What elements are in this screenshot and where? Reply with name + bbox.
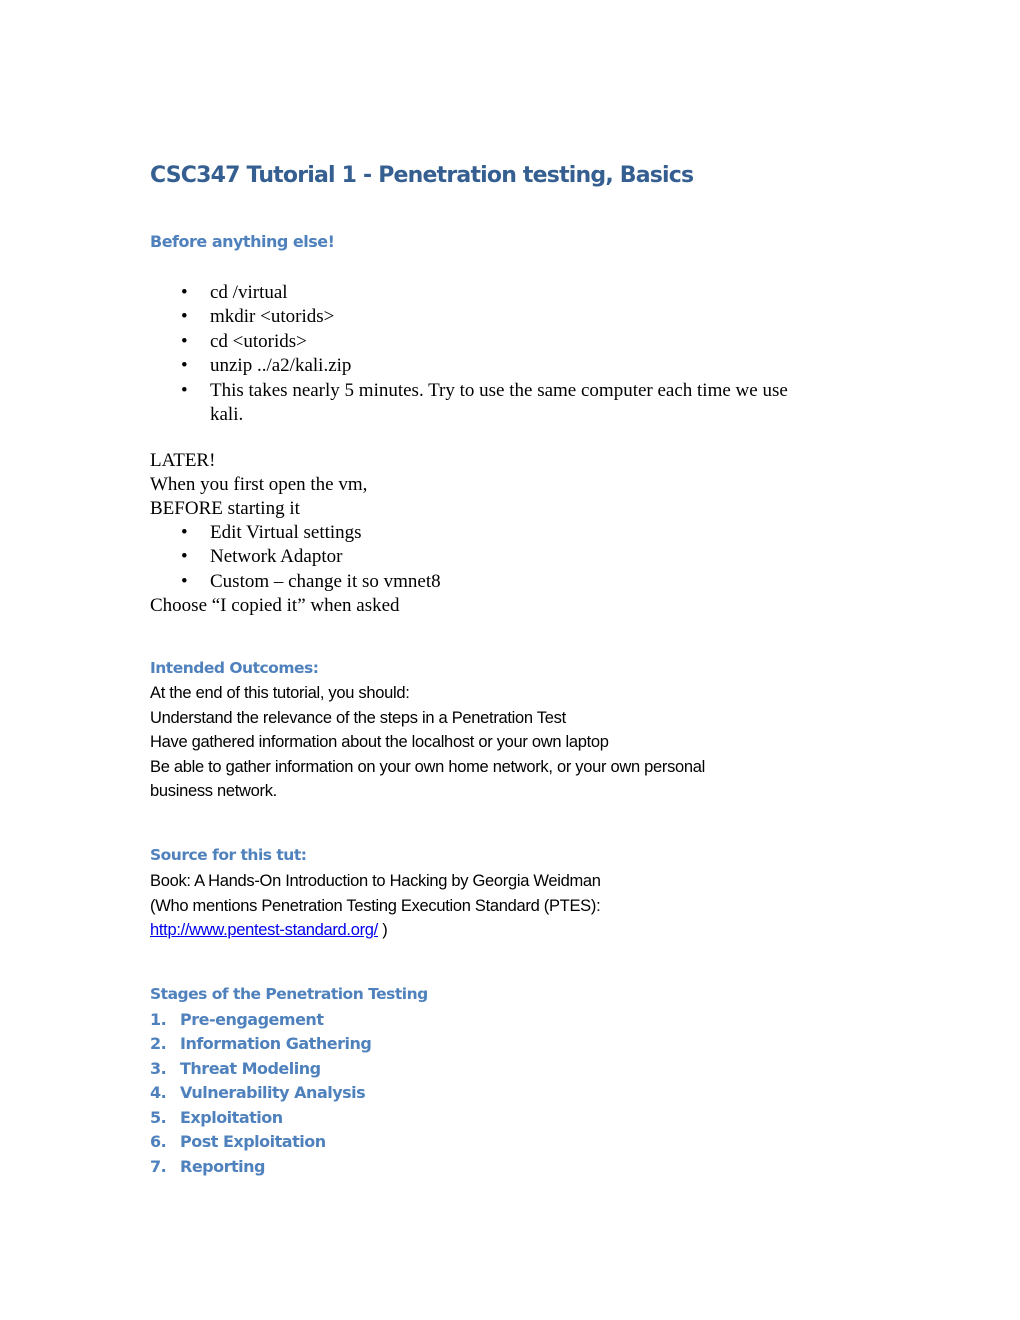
bullet-icon: • (181, 306, 188, 327)
document-page: CSC347 Tutorial 1 - Penetration testing,… (0, 0, 1020, 1320)
list-item-text: Edit Virtual settings (210, 522, 362, 543)
outcomes-line: Be able to gather information on your ow… (150, 758, 706, 776)
stage-number: 3. (150, 1059, 167, 1078)
source-heading: Source for this tut: (150, 846, 307, 864)
list-item-text: Network Adaptor (210, 546, 343, 567)
list-item-text: cd /virtual (210, 282, 288, 303)
list-item-text: unzip ../a2/kali.zip (210, 355, 352, 376)
source-book-line: Book: A Hands-On Introduction to Hacking… (150, 872, 601, 890)
stage-number: 5. (150, 1108, 167, 1127)
bullet-icon: • (181, 331, 188, 352)
stage-label: Post Exploitation (180, 1132, 326, 1151)
source-link-line: http://www.pentest-standard.org/ ) (150, 918, 388, 943)
stage-number: 6. (150, 1132, 167, 1151)
document-title: CSC347 Tutorial 1 - Penetration testing,… (150, 163, 694, 188)
list-item-text: mkdir <utorids> (210, 306, 335, 327)
list-item-text: cd <utorids> (210, 331, 307, 352)
outcomes-line: Understand the relevance of the steps in… (150, 709, 566, 727)
later-line: BEFORE starting it (150, 498, 300, 519)
stage-label: Information Gathering (180, 1034, 372, 1053)
stage-number: 1. (150, 1010, 167, 1029)
bullet-icon: • (181, 282, 188, 303)
outcomes-line: At the end of this tutorial, you should: (150, 684, 410, 702)
stage-number: 7. (150, 1157, 167, 1176)
bullet-icon: • (181, 355, 188, 376)
outcomes-line: Have gathered information about the loca… (150, 733, 609, 751)
outcomes-line: business network. (150, 782, 277, 800)
later-closing: Choose “I copied it” when asked (150, 595, 400, 616)
before-heading: Before anything else! (150, 232, 335, 251)
bullet-icon: • (181, 380, 188, 401)
stage-label: Reporting (180, 1157, 265, 1176)
later-line: LATER! (150, 450, 216, 471)
link-suffix: ) (377, 921, 388, 939)
later-line: When you first open the vm, (150, 474, 368, 495)
stage-number: 2. (150, 1034, 167, 1053)
stage-label: Threat Modeling (180, 1059, 321, 1078)
bullet-icon: • (181, 546, 188, 567)
list-item-continuation: kali. (210, 404, 244, 425)
stage-label: Exploitation (180, 1108, 283, 1127)
list-item-text: Custom – change it so vmnet8 (210, 571, 441, 592)
source-ptes-line: (Who mentions Penetration Testing Execut… (150, 897, 601, 915)
outcomes-heading: Intended Outcomes: (150, 659, 319, 677)
stage-label: Vulnerability Analysis (180, 1083, 366, 1102)
pentest-standard-link[interactable]: http://www.pentest-standard.org/ (150, 921, 378, 939)
stage-number: 4. (150, 1083, 167, 1102)
bullet-icon: • (181, 571, 188, 592)
bullet-icon: • (181, 522, 188, 543)
stage-label: Pre-engagement (180, 1010, 324, 1029)
list-item-text: This takes nearly 5 minutes. Try to use … (210, 380, 788, 401)
stages-heading: Stages of the Penetration Testing (150, 985, 428, 1003)
